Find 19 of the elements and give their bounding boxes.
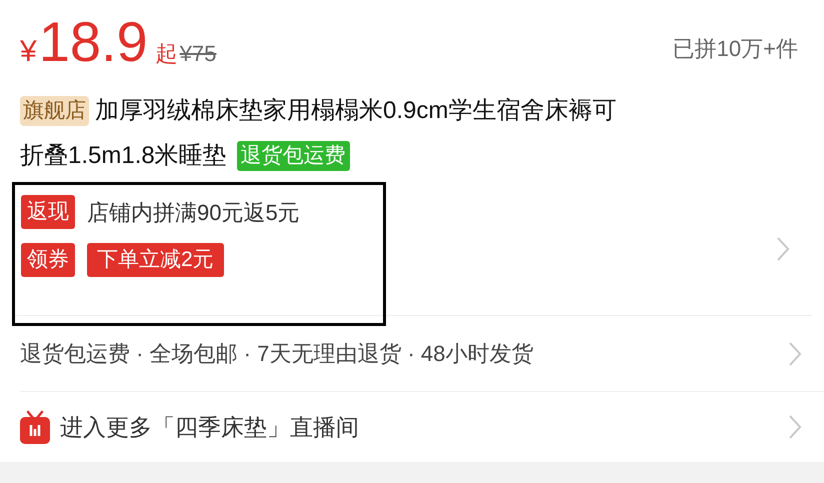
service-list: 退货包运费 · 全场包邮 · 7天无理由退货 · 48小时发货 xyxy=(20,337,534,370)
return-shipping-tag: 退货包运费 xyxy=(236,140,350,170)
coupon-tag[interactable]: 下单立减2元 xyxy=(87,243,224,277)
chevron-right-icon xyxy=(788,414,802,440)
store-badge: 旗舰店 xyxy=(20,96,89,126)
chevron-right-icon xyxy=(776,236,790,262)
price-suffix: 起 xyxy=(156,40,178,68)
product-title: 加厚羽绒棉床垫家用榻榻米0.9cm学生宿舍床褥可 xyxy=(95,96,616,126)
product-title: 折叠1.5m1.8米睡垫 xyxy=(20,141,227,171)
promo-text: 店铺内拼满90元返5元 xyxy=(87,198,300,226)
promo-label: 领券 xyxy=(21,243,75,277)
chevron-right-icon xyxy=(788,340,802,366)
promo-label: 返现 xyxy=(21,195,75,229)
original-price: ¥75 xyxy=(180,40,216,68)
price: 18.9 xyxy=(38,14,148,70)
live-room-link[interactable]: 进入更多「四季床垫」直播间 xyxy=(60,410,359,444)
live-tv-icon xyxy=(20,410,50,444)
sold-count: 已拼10万+件 xyxy=(672,35,798,63)
currency-symbol: ¥ xyxy=(20,34,37,70)
